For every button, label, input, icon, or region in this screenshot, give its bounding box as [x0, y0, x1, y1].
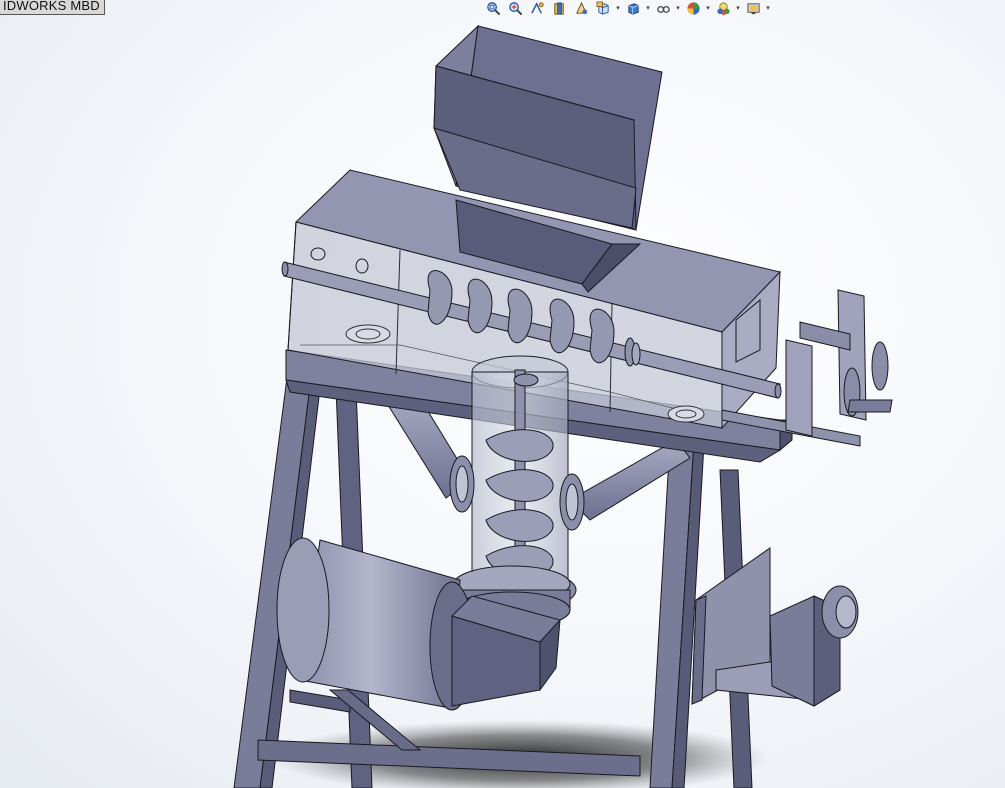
right-gear-motor [691, 547, 859, 707]
screw-conveyor-assembly-model[interactable] [0, 0, 1005, 788]
feed-hopper [433, 24, 663, 293]
graphics-area[interactable]: IDWORKS MBD ▾ ▾ ▾ ▾ ▾ ▾ [0, 0, 1005, 788]
